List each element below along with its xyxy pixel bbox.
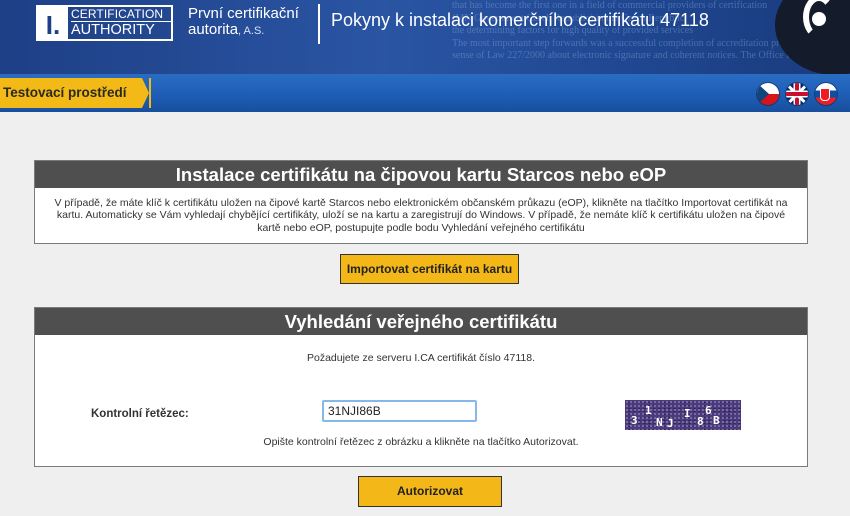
header-divider (318, 4, 320, 44)
logo-line2: AUTHORITY (71, 21, 171, 38)
environment-badge: Testovací prostředí (0, 78, 152, 108)
install-panel-title: Instalace certifikátu na čipovou kartu S… (35, 161, 807, 188)
search-panel-title: Vyhledání veřejného certifikátu (35, 308, 807, 335)
logo-mark: I. (38, 7, 68, 39)
english-flag-icon[interactable] (786, 83, 808, 105)
install-card-panel: Instalace certifikátu na čipovou kartu S… (34, 160, 808, 244)
logo-line1: CERTIFICATION (71, 7, 164, 21)
company-name: První certifikační autorita, A.S. (188, 5, 299, 38)
authorize-button[interactable]: Autorizovat (358, 476, 502, 507)
install-panel-description: V případě, že máte klíč k certifikátu ul… (54, 197, 788, 234)
ica-logo[interactable]: I. CERTIFICATION AUTHORITY (36, 5, 173, 41)
captcha-hint: Opište kontrolní řetězec z obrázku a kli… (263, 436, 579, 448)
site-header: that has become the first one in a field… (0, 0, 850, 74)
czech-flag-icon[interactable] (757, 83, 779, 105)
search-certificate-panel: Vyhledání veřejného certifikátu Požaduje… (34, 307, 808, 467)
slovak-flag-icon[interactable] (815, 83, 837, 105)
captcha-image: 3 1 N J I 8 6 B (625, 400, 741, 430)
control-string-label: Kontrolní řetězec: (91, 408, 189, 420)
environment-bar: Testovací prostředí (0, 74, 850, 112)
import-certificate-button[interactable]: Importovat certifikát na kartu (340, 254, 519, 284)
request-text: Požadujete ze serveru I.CA certifikát čí… (306, 352, 535, 364)
page-title: Pokyny k instalaci komerčního certifikát… (331, 10, 709, 30)
control-string-input[interactable] (322, 400, 477, 422)
